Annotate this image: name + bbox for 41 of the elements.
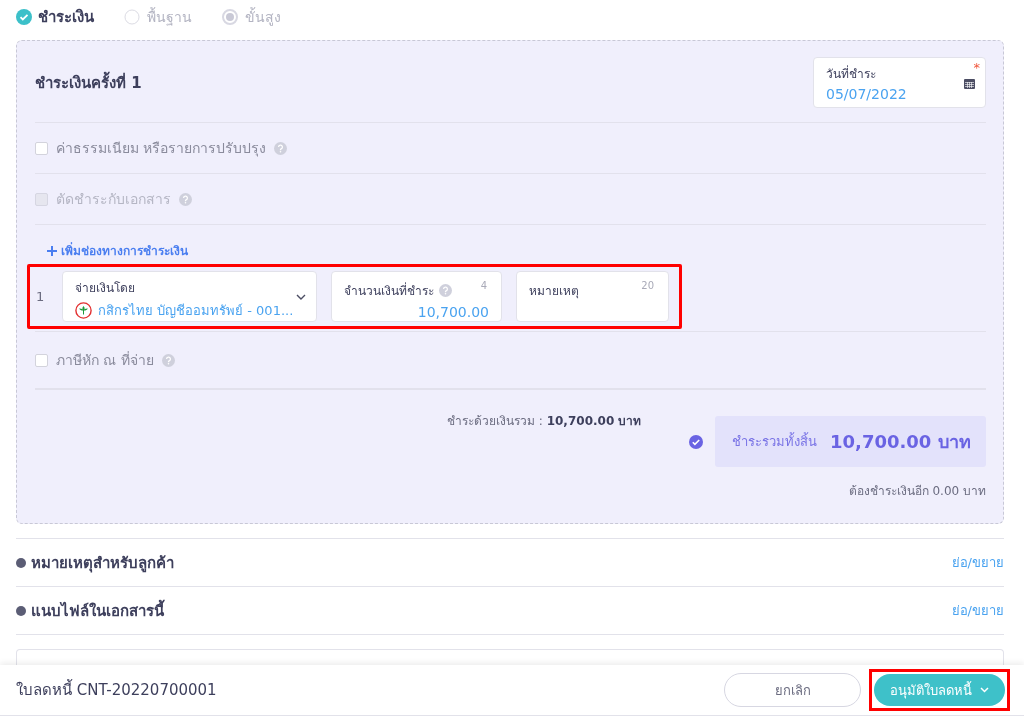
- field-label: จำนวนเงินที่ชำระ: [344, 281, 434, 300]
- bullet-icon: [16, 605, 26, 616]
- row-number: 1: [35, 289, 46, 304]
- section-title: แนบไฟล์ในเอกสารนี้: [31, 598, 164, 622]
- checkbox[interactable]: [35, 141, 48, 155]
- help-icon: [439, 284, 452, 297]
- character-counter: 4: [480, 280, 487, 291]
- checkbox-label: ค่าธรรมเนียม หรือรายการปรับปรุง: [56, 139, 267, 159]
- chevron-down-icon: [296, 294, 306, 300]
- calendar-icon: [964, 79, 975, 89]
- total-amount: 10,700.00 บาท: [830, 430, 971, 454]
- help-icon: [161, 353, 175, 367]
- chevron-down-icon: [980, 687, 989, 693]
- total-label: ชำระรวมทั้งสิ้น: [732, 431, 817, 451]
- checked-radio-icon: [16, 9, 32, 25]
- radio-icon: [222, 9, 238, 25]
- radio-option[interactable]: ชำระเงิน: [16, 5, 94, 29]
- paid-total-text: ชำระด้วยเงินรวม : 10,700.00 บาท: [447, 413, 642, 430]
- checkbox[interactable]: [35, 353, 48, 367]
- field-value: 10,700.00: [416, 304, 489, 320]
- radio-icon: [124, 9, 140, 25]
- checkbox-label: ภาษีหัก ณ ที่จ่าย: [56, 350, 154, 370]
- help-icon: [274, 141, 288, 155]
- help-icon: [179, 192, 192, 206]
- payment-title: ชำระเงินครั้งที่ 1: [35, 70, 142, 94]
- section-title: หมายเหตุสำหรับลูกค้า: [31, 552, 174, 575]
- field-label: หมายเหตุ: [529, 283, 579, 300]
- plus-icon: [47, 245, 57, 256]
- add-payment-link[interactable]: เพิ่มช่องทางการชำระเงิน: [47, 241, 188, 260]
- check-circle-icon: [689, 434, 703, 449]
- cancel-button[interactable]: ยกเลิก: [724, 673, 861, 707]
- document-title: ใบลดหนี้ CNT-20220700001: [16, 678, 217, 701]
- amount-field[interactable]: จำนวนเงินที่ชำระ 4 10,700.00: [331, 271, 502, 322]
- character-counter: 20: [641, 280, 654, 291]
- payment-method-select[interactable]: จ่ายเงินโดย กสิกรไทย บัญชีออมทรัพย์ - 001...: [62, 271, 317, 322]
- date-field[interactable]: วันที่ชำระ 05/07/2022 *: [813, 57, 986, 108]
- bank-logo-icon: [75, 302, 92, 319]
- remaining-text: ต้องชำระเงินอีก 0.00 บาท: [848, 483, 986, 500]
- bullet-icon: [16, 557, 26, 568]
- note-field[interactable]: หมายเหตุ 20: [516, 271, 669, 322]
- checkbox-label: ตัดชำระกับเอกสาร: [56, 190, 171, 209]
